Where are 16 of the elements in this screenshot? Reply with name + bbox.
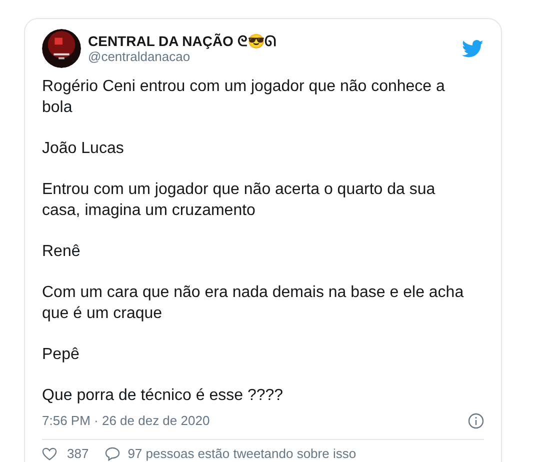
tweet-text: Que porra de técnico é esse ???? [42, 386, 284, 406]
tweet-timestamp[interactable]: 7:56 PM · 26 de dez de 2020 [42, 411, 210, 430]
info-icon[interactable] [468, 412, 484, 429]
author-handle[interactable]: @centraldanacao [88, 48, 276, 64]
heart-icon[interactable] [42, 446, 57, 460]
conversation-link[interactable]: 97 pessoas estão tweetando sobre isso [128, 446, 356, 462]
bird-logo-icon[interactable] [462, 40, 484, 58]
speech-bubble-icon[interactable] [104, 446, 120, 460]
tweet-text: João Lucas [42, 139, 125, 159]
like-count: 387 [67, 446, 89, 462]
tweet-text: Com um cara que não era nada demais na base e ele acha que é um craque [42, 283, 465, 324]
tweet-text: Rogério Ceni entrou com um jogador que não conhece a bola [42, 77, 446, 118]
tweet-text: Entrou com um jogador que não acerta o quarto da sua casa, imagina um cruzamento [42, 180, 436, 221]
author-name[interactable]: CENTRAL DA NAÇÃO ᘓ😎ᘏ [88, 32, 276, 48]
tweet-text: Renê [42, 242, 82, 262]
tweet-text: Pepê [42, 345, 80, 365]
